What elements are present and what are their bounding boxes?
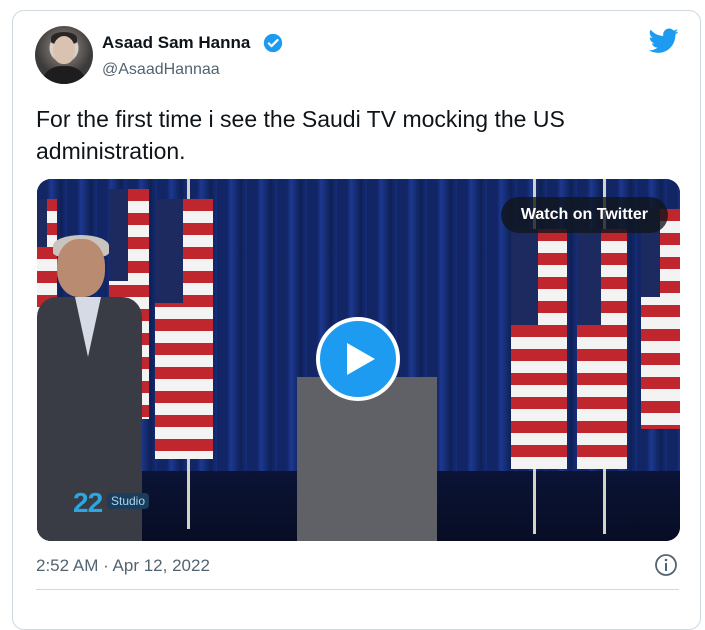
us-flag	[511, 229, 567, 469]
info-icon[interactable]	[654, 553, 678, 577]
video-player[interactable]: 22 Studio Watch on Twitter	[37, 179, 680, 541]
play-icon	[347, 343, 375, 375]
play-button[interactable]	[316, 317, 400, 401]
channel-logo-number: 22	[73, 487, 103, 518]
avatar-body	[41, 66, 87, 84]
author-name[interactable]: Asaad Sam Hanna	[102, 33, 250, 53]
us-flag	[577, 229, 627, 469]
verified-badge-icon	[263, 33, 283, 53]
author-handle[interactable]: @AsaadHannaa	[102, 61, 220, 79]
twitter-bird-icon[interactable]	[649, 28, 679, 54]
avatar-face	[53, 36, 75, 64]
us-flag	[155, 199, 213, 459]
tweet-text: For the first time i see the Saudi TV mo…	[36, 106, 565, 164]
podium	[297, 377, 437, 541]
tweet-card[interactable]: Asaad Sam Hanna @AsaadHannaa For the fir…	[12, 10, 701, 630]
channel-logo-text: Studio	[107, 493, 150, 509]
watch-on-twitter-button[interactable]: Watch on Twitter	[500, 197, 668, 233]
avatar[interactable]	[35, 26, 93, 84]
divider	[36, 589, 679, 590]
tweet-timestamp[interactable]: 2:52 AM · Apr 12, 2022	[36, 556, 210, 576]
us-flag	[641, 209, 680, 429]
